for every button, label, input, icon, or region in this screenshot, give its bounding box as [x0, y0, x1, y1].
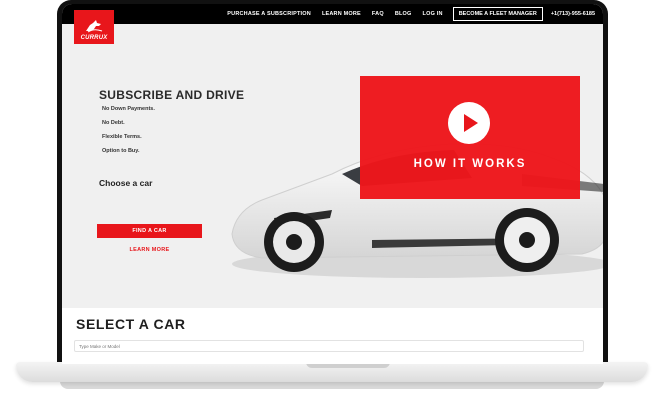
- horse-logo-icon: [86, 20, 103, 33]
- nav-purchase-subscription[interactable]: PURCHASE A SUBSCRIPTION: [227, 11, 311, 17]
- car-search-input[interactable]: [74, 340, 584, 352]
- nav-links: PURCHASE A SUBSCRIPTION LEARN MORE FAQ B…: [216, 4, 595, 24]
- feature-flexible-terms: Flexible Terms.: [102, 134, 142, 140]
- play-button[interactable]: [448, 102, 490, 144]
- learn-more-link[interactable]: LEARN MORE: [97, 247, 202, 253]
- laptop-screen: PURCHASE A SUBSCRIPTION LEARN MORE FAQ B…: [62, 4, 603, 364]
- feature-no-debt: No Debt.: [102, 120, 125, 126]
- logo-text: CURRUX: [80, 35, 108, 41]
- nav-faq[interactable]: FAQ: [372, 11, 384, 17]
- play-icon: [464, 114, 478, 132]
- nav-blog[interactable]: BLOG: [395, 11, 412, 17]
- nav-log-in[interactable]: LOG IN: [423, 11, 443, 17]
- laptop-base: [16, 362, 648, 382]
- select-car-section: SELECT A CAR: [62, 308, 603, 364]
- hero-section: SUBSCRIBE AND DRIVE No Down Payments. No…: [62, 24, 603, 308]
- hero-title: SUBSCRIBE AND DRIVE: [99, 88, 245, 102]
- feature-option-to-buy: Option to Buy.: [102, 148, 140, 154]
- brand-logo[interactable]: CURRUX: [74, 10, 114, 44]
- feature-no-down-payments: No Down Payments.: [102, 106, 155, 112]
- how-it-works-label: HOW IT WORKS: [413, 158, 527, 170]
- choose-a-car-heading: Choose a car: [99, 178, 153, 188]
- find-a-car-button[interactable]: FIND A CAR: [97, 224, 202, 238]
- how-it-works-panel[interactable]: HOW IT WORKS: [360, 76, 580, 199]
- phone-number[interactable]: +1(713)-955-6185: [551, 11, 595, 17]
- become-fleet-manager-button[interactable]: BECOME A FLEET MANAGER: [452, 7, 543, 21]
- top-nav: PURCHASE A SUBSCRIPTION LEARN MORE FAQ B…: [62, 4, 603, 24]
- select-car-title: SELECT A CAR: [76, 316, 186, 332]
- laptop-base-shadow: [60, 381, 604, 389]
- nav-learn-more[interactable]: LEARN MORE: [322, 11, 361, 17]
